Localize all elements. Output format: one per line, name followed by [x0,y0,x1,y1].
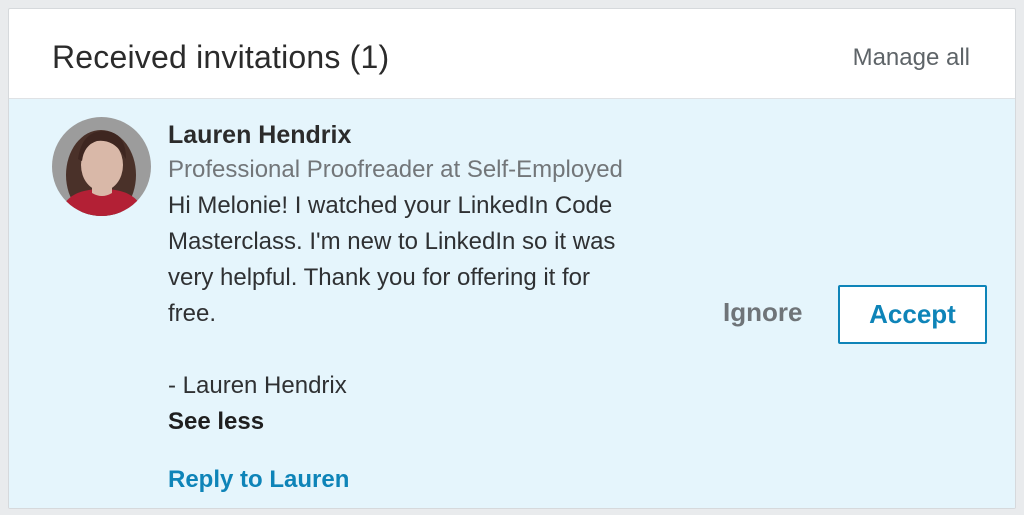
invitation-item: Lauren Hendrix Professional Proofreader … [9,99,1015,508]
manage-all-link[interactable]: Manage all [853,44,970,72]
avatar[interactable] [52,117,151,216]
profile-photo-icon [52,117,151,216]
invitations-card: Received invitations (1) Manage all Laur… [8,8,1016,509]
card-title: Received invitations (1) [52,39,390,75]
card-header: Received invitations (1) Manage all [9,9,1015,99]
invitation-message: Hi Melonie! I watched your LinkedIn Code… [168,192,616,399]
ignore-button[interactable]: Ignore [723,297,802,328]
accept-button[interactable]: Accept [838,285,987,344]
sender-headline: Professional Proofreader at Self-Employe… [168,156,623,183]
invitation-info: Lauren Hendrix Professional Proofreader … [168,118,668,440]
see-less-link[interactable]: See less [168,404,668,440]
reply-link[interactable]: Reply to Lauren [168,466,349,494]
sender-name[interactable]: Lauren Hendrix [168,118,668,152]
